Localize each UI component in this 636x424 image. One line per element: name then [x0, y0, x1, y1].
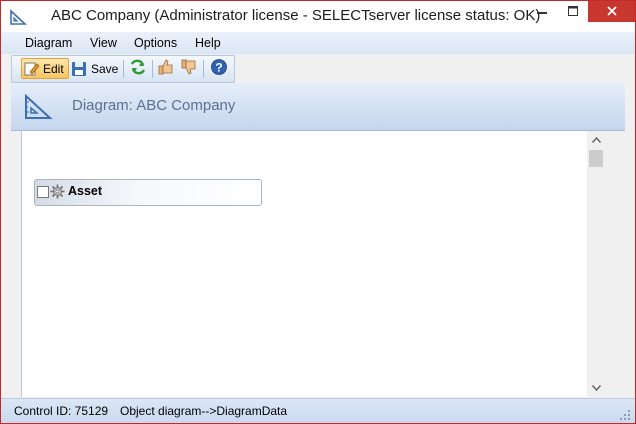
right-gutter [605, 131, 625, 397]
close-icon [606, 3, 617, 21]
node-label: Asset [68, 184, 103, 198]
triangle-ruler-icon [9, 8, 28, 26]
help-button[interactable]: ? [209, 58, 229, 81]
edit-icon [24, 61, 40, 77]
menu-help[interactable]: Help [195, 36, 221, 50]
edit-button[interactable]: Edit [21, 58, 69, 79]
save-label: Save [91, 61, 119, 76]
thumbs-down-icon [180, 58, 198, 81]
toolbar-separator [203, 60, 204, 78]
toolbar-separator [123, 60, 124, 78]
title-bar[interactable]: ABC Company (Administrator license - SEL… [1, 1, 635, 32]
node-checkbox[interactable] [37, 186, 49, 198]
window-title: ABC Company (Administrator license - SEL… [51, 7, 541, 24]
menu-view[interactable]: View [90, 36, 117, 50]
menu-options[interactable]: Options [134, 36, 177, 50]
save-icon [71, 61, 87, 77]
diagram-canvas[interactable]: Asset [21, 131, 588, 397]
minimize-button[interactable] [525, 1, 559, 22]
resize-grip-icon[interactable] [619, 408, 631, 420]
close-button[interactable] [588, 1, 635, 22]
maximize-button[interactable] [559, 1, 587, 22]
chevron-down-icon [591, 384, 601, 393]
toolbar-separator [152, 60, 153, 78]
thumbs-down-button[interactable] [179, 59, 199, 79]
status-control-id: Control ID: 75129 [14, 404, 109, 418]
app-window: ABC Company (Administrator license - SEL… [0, 0, 636, 424]
edit-label: Edit [43, 61, 64, 76]
maximize-icon [568, 3, 578, 21]
help-icon: ? [210, 58, 228, 81]
thumbs-up-button[interactable] [156, 58, 176, 81]
diagram-header: Diagram: ABC Company [11, 83, 625, 131]
gear-icon [50, 184, 65, 199]
refresh-icon [129, 58, 147, 81]
refresh-button[interactable] [128, 59, 148, 79]
triangle-ruler-icon [23, 93, 53, 121]
status-bar: Control ID: 75129 Object diagram-->Diagr… [1, 398, 635, 423]
diagram-title: Diagram: ABC Company [72, 97, 236, 114]
scrollbar-thumb[interactable] [589, 150, 603, 167]
status-path: Object diagram-->DiagramData [120, 404, 288, 418]
svg-text:?: ? [215, 60, 222, 74]
menu-bar: Diagram View Options Help [1, 32, 635, 54]
scroll-down-button[interactable] [587, 379, 605, 397]
diagram-node[interactable]: Asset [34, 179, 262, 206]
toolbar: Edit Save ? [11, 55, 235, 83]
scroll-up-button[interactable] [587, 131, 605, 149]
vertical-scrollbar[interactable] [587, 131, 605, 397]
save-button[interactable]: Save [71, 58, 119, 79]
menu-diagram[interactable]: Diagram [25, 36, 72, 50]
minimize-icon [537, 3, 547, 21]
thumbs-up-icon [157, 58, 175, 81]
chevron-up-icon [591, 136, 601, 145]
